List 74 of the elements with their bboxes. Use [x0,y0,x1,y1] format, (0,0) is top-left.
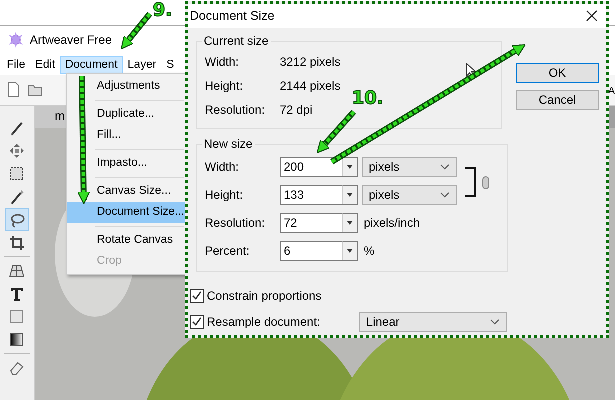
checkbox[interactable] [190,288,204,303]
menu-item[interactable]: Fill... [67,125,186,146]
field-label: Resolution: [205,103,266,118]
dropdown-button[interactable] [342,241,358,262]
field-label: Resolution: [205,216,266,230]
step-number: 10. [352,88,384,109]
unit-label: pixels/inch [364,216,420,230]
dialog-title: Document Size [190,9,275,24]
field-label: Width: [205,55,240,70]
menu-item[interactable]: Duplicate... [67,104,186,125]
unit-label: % [364,244,375,258]
text-icon [9,286,25,302]
resample-dropdown[interactable]: Linear [359,312,508,332]
marquee-icon [9,166,25,182]
crop-icon [9,234,25,250]
cursor-icon [466,63,476,79]
caret-icon [346,247,354,256]
field-label: Height: [205,79,244,94]
number-field[interactable]: 200 [280,157,342,178]
caret-icon [346,163,354,172]
menu-item[interactable]: Impasto... [67,153,186,174]
menu-item[interactable]: Document Size... [67,202,186,223]
menu-item[interactable]: Document [60,56,123,74]
ok-button[interactable]: OK [516,63,599,84]
caret-icon [346,191,354,200]
menu-item[interactable]: Edit [30,56,60,74]
field-value: 72 dpi [280,103,313,118]
caret-icon [346,219,354,228]
menu-item[interactable]: S [162,56,180,74]
step-number: 9. [153,0,172,21]
field-label: Percent: [205,244,251,258]
field-value: 3212 pixels [280,55,341,70]
unit-dropdown[interactable]: pixels [362,185,457,206]
checkmark-icon [192,316,202,327]
field-label: Width: [205,160,240,174]
menu-item[interactable]: Canvas Size... [67,181,186,202]
menu-item[interactable]: File [2,56,31,74]
close-icon[interactable] [586,10,598,22]
eraser-icon [9,360,25,376]
rectangle-icon [9,308,25,324]
field-label: Height: [205,188,244,202]
folder-icon[interactable] [28,83,44,97]
number-field[interactable]: 72 [280,213,342,234]
chevron-icon [490,318,500,325]
window-title: Artweaver Free [30,33,112,47]
panel-label: A [608,86,615,97]
group-title: New size [203,137,254,152]
unit-dropdown[interactable]: pixels [362,157,457,178]
menu-item[interactable]: Adjustments [67,76,186,97]
checkbox[interactable] [190,314,204,329]
gradient-icon [9,332,25,348]
magic-wand-icon [9,188,25,204]
chevron-icon [440,164,450,170]
field-value: 2144 pixels [280,79,341,94]
lasso-icon [9,212,25,228]
app-logo-icon [8,32,24,48]
grid-icon [9,262,25,278]
move-icon [9,142,25,158]
dropdown-button[interactable] [342,213,358,234]
menu-item[interactable]: Rotate Canvas [67,230,186,251]
number-field[interactable]: 6 [280,241,342,262]
dropdown-button[interactable] [342,185,358,206]
number-field[interactable]: 133 [280,185,342,206]
checkmark-icon [192,290,202,301]
new-document-icon[interactable] [8,82,20,98]
checkbox-label[interactable]: Resample document: [207,314,320,329]
arrow [120,12,152,50]
checkbox-label[interactable]: Constrain proportions [207,288,322,303]
cancel-button[interactable]: Cancel [516,90,599,110]
group-title: Current size [203,34,270,48]
brush-icon [9,120,25,136]
menu-item[interactable]: Layer [122,56,162,74]
chevron-icon [440,192,450,198]
dropdown-button[interactable] [342,157,358,178]
